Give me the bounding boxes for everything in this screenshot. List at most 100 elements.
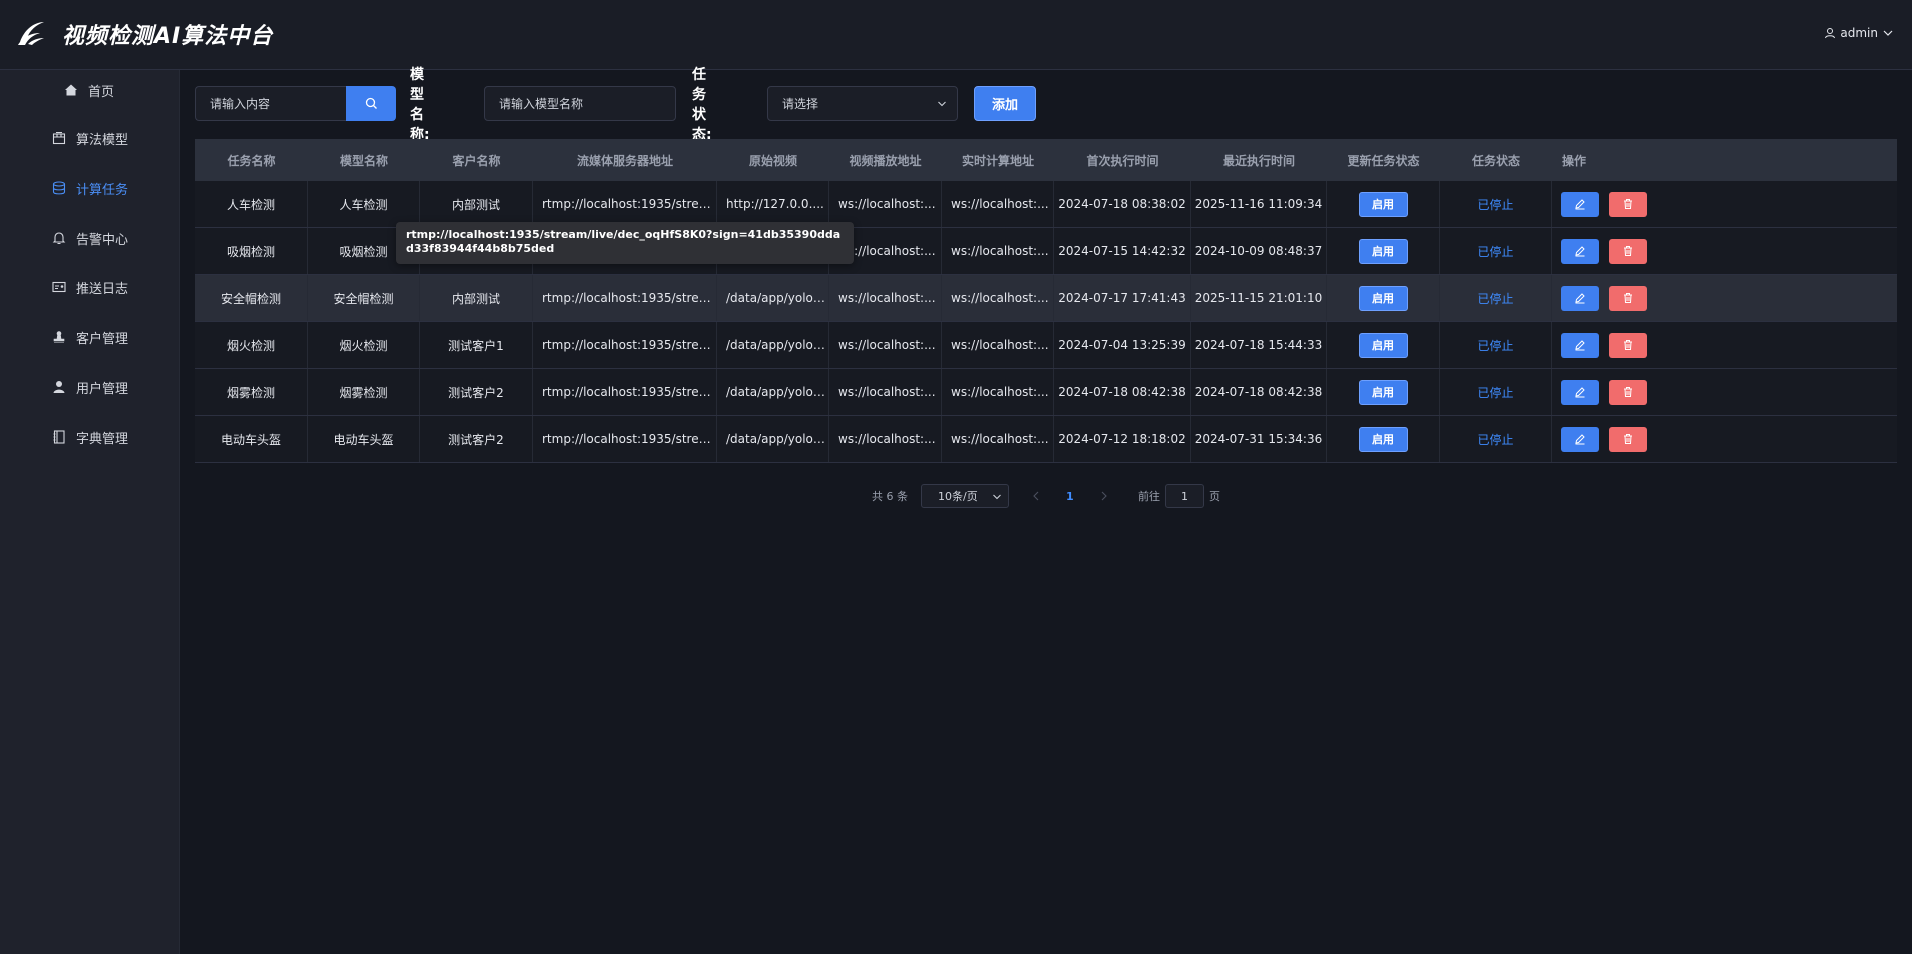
- cell-text: 2025-11-16 11:09:34: [1194, 197, 1323, 211]
- delete-button[interactable]: [1609, 379, 1647, 405]
- page-suffix: 页: [1209, 490, 1220, 503]
- edit-icon: [1575, 434, 1585, 445]
- enable-button[interactable]: 启用: [1358, 379, 1408, 405]
- search-button[interactable]: [346, 86, 396, 121]
- column-header: 原始视频: [748, 153, 797, 168]
- sidebar-item-label: 告警中心: [76, 232, 129, 248]
- next-page-button[interactable]: [1100, 484, 1108, 508]
- cell-compute: ws://localhost:...: [942, 416, 1054, 462]
- cell-last: 2025-11-16 11:09:34: [1191, 181, 1327, 227]
- cell-text: 2024-07-18 08:42:38: [1194, 385, 1323, 399]
- cell-video: /data/app/yolo/...: [717, 322, 829, 368]
- cell-operations: [1552, 181, 1897, 227]
- edit-button[interactable]: [1561, 426, 1599, 452]
- delete-button[interactable]: [1609, 191, 1647, 217]
- goto-label: 前往: [1138, 490, 1160, 503]
- edit-button[interactable]: [1561, 191, 1599, 217]
- page-size-select[interactable]: 10条/页: [921, 484, 1009, 508]
- id-card-icon: [52, 280, 66, 294]
- edit-button[interactable]: [1561, 285, 1599, 311]
- enable-button[interactable]: 启用: [1358, 191, 1408, 217]
- cell-text: 安全帽检测: [333, 291, 394, 306]
- enable-button[interactable]: 启用: [1358, 238, 1408, 264]
- edit-icon: [1575, 340, 1585, 351]
- cell-update-status: 启用: [1327, 369, 1440, 415]
- cell-last: 2024-07-31 15:34:36: [1191, 416, 1327, 462]
- enable-button[interactable]: 启用: [1358, 332, 1408, 358]
- delete-button[interactable]: [1609, 332, 1647, 358]
- user-icon: [52, 380, 66, 394]
- sidebar: 首页 算法模型 计算任务 告警中心 推送日志 客户管理 用户管理 字典管理: [0, 70, 180, 954]
- sidebar-item-dictionary[interactable]: 字典管理: [0, 417, 180, 457]
- column-header: 流媒体服务器地址: [576, 153, 673, 168]
- delete-button[interactable]: [1609, 285, 1647, 311]
- chevron-down-icon: [1883, 30, 1893, 36]
- sidebar-item-home[interactable]: 首页: [0, 70, 180, 110]
- sidebar-item-users[interactable]: 用户管理: [0, 367, 180, 407]
- cell-text: rtmp://localhost:1935/strea...: [542, 338, 716, 352]
- bell-icon: [52, 231, 66, 245]
- table-row: 安全帽检测 安全帽检测 内部测试 rtmp://localhost:1935/stre…: [195, 275, 1897, 322]
- cell-update-status: 启用: [1327, 275, 1440, 321]
- edit-icon: [1575, 199, 1585, 210]
- cell-text: /data/app/yolo/...: [726, 385, 828, 399]
- user-menu[interactable]: admin: [1824, 26, 1894, 40]
- sidebar-item-models[interactable]: 算法模型: [0, 118, 180, 158]
- sidebar-item-tasks[interactable]: 计算任务: [0, 168, 180, 208]
- cell-update-status: 启用: [1327, 416, 1440, 462]
- username: admin: [1840, 26, 1878, 40]
- table-row: 烟雾检测 烟雾检测 测试客户2 rtmp://localhost:1935/strea…: [195, 369, 1897, 416]
- status-select[interactable]: 请选择: [767, 86, 958, 121]
- cell-video: /data/app/yolo/...: [717, 416, 829, 462]
- edit-button[interactable]: [1561, 238, 1599, 264]
- cell-text: 安全帽检测: [220, 291, 281, 306]
- cell-operations: [1552, 416, 1897, 462]
- cell-text: 烟火检测: [226, 338, 275, 353]
- edit-button[interactable]: [1561, 332, 1599, 358]
- page-number-current[interactable]: 1: [1066, 484, 1074, 508]
- cell-operations: [1552, 322, 1897, 368]
- cell-text: 烟雾检测: [339, 385, 388, 400]
- package-icon: [52, 131, 66, 145]
- cell-task: 烟火检测: [195, 322, 308, 368]
- edit-button[interactable]: [1561, 379, 1599, 405]
- sidebar-item-customers[interactable]: 客户管理: [0, 317, 180, 357]
- cell-customer: 内部测试: [420, 275, 533, 321]
- cell-last: 2025-11-15 21:01:10: [1191, 275, 1327, 321]
- cell-text: ws://localhost:...: [951, 432, 1049, 446]
- status-select-value: 请选择: [782, 97, 819, 111]
- delete-button[interactable]: [1609, 238, 1647, 264]
- sidebar-item-push-log[interactable]: 推送日志: [0, 267, 180, 307]
- cell-update-status: 启用: [1327, 181, 1440, 227]
- cell-text: rtmp://localhost:1935/strea...: [542, 432, 716, 446]
- goto-page-input[interactable]: 1: [1165, 484, 1204, 508]
- database-icon: [52, 181, 66, 195]
- enable-button[interactable]: 启用: [1358, 426, 1408, 452]
- cell-text: ws://localhost:...: [838, 385, 936, 399]
- search-input[interactable]: 请输入内容: [195, 86, 346, 121]
- sidebar-item-alerts[interactable]: 告警中心: [0, 218, 180, 258]
- cell-play: ws://localhost:...: [829, 322, 942, 368]
- cell-model: 人车检测: [308, 181, 420, 227]
- sidebar-item-label: 首页: [88, 84, 115, 100]
- cell-last: 2024-10-09 08:48:37: [1191, 228, 1327, 274]
- cell-first: 2024-07-17 17:41:43: [1054, 275, 1191, 321]
- cell-status: 已停止: [1440, 416, 1552, 462]
- cell-first: 2024-07-18 08:42:38: [1054, 369, 1191, 415]
- cell-update-status: 启用: [1327, 322, 1440, 368]
- cell-customer: 测试客户2: [420, 416, 533, 462]
- cell-customer: 测试客户2: [420, 369, 533, 415]
- cell-text: 吸烟检测: [226, 244, 275, 259]
- cell-text: rtmp://localhost:1935/strea...: [542, 385, 716, 399]
- add-button[interactable]: 添加: [974, 86, 1036, 121]
- prev-page-button[interactable]: [1032, 484, 1040, 508]
- sidebar-item-label: 字典管理: [76, 431, 129, 447]
- cell-text: ws://localhost:...: [838, 197, 936, 211]
- delete-button[interactable]: [1609, 426, 1647, 452]
- page-size-value: 10条/页: [938, 490, 978, 503]
- cell-text: ws://localhost:...: [838, 432, 936, 446]
- enable-button[interactable]: 启用: [1358, 285, 1408, 311]
- model-name-input[interactable]: 请输入模型名称: [484, 86, 676, 121]
- stamp-icon: [52, 330, 66, 344]
- cell-status: 已停止: [1440, 228, 1552, 274]
